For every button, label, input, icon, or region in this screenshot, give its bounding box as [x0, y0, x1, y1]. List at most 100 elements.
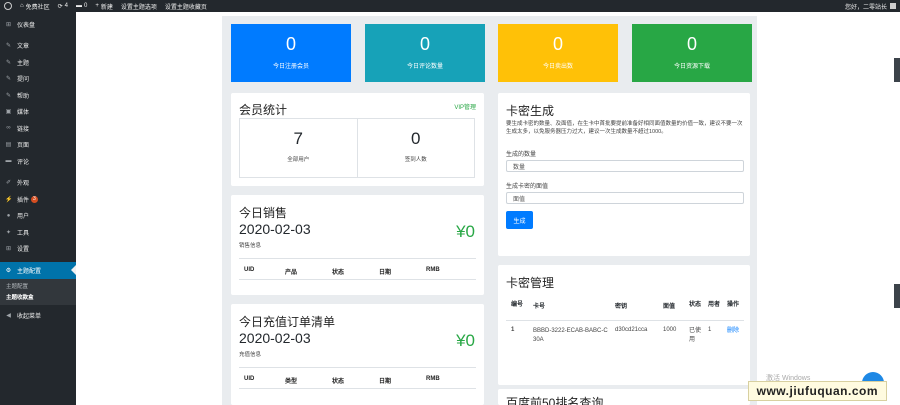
card-generate-card: 卡密生成 要生成卡密的数量、及面值，在生卡中首批要提前准备好相同面值数量的价值一…: [498, 93, 750, 256]
site-name-link[interactable]: ⌂ 免费社区: [16, 0, 54, 12]
card-title: 卡密管理: [506, 276, 555, 290]
media-icon: ▣: [5, 109, 12, 116]
sidebar-item-topics[interactable]: ✎ 主题: [0, 54, 76, 71]
vip-manage-link[interactable]: VIP管理: [454, 102, 476, 111]
dashboard-icon: ⊞: [5, 21, 12, 28]
theme-options-link[interactable]: 设置主题选项: [117, 0, 161, 12]
delete-card-link[interactable]: 删除: [724, 327, 744, 336]
theme-config-submenu: 主题配置 主题收款盒: [0, 278, 76, 305]
checkin-label: 签到人数: [404, 157, 427, 163]
stat-box-sold: 0 今日卖出数: [498, 24, 618, 82]
wp-logo-icon[interactable]: [0, 0, 16, 12]
sidebar-item-appearance[interactable]: ✐ 外观: [0, 175, 76, 192]
theme-collection-link[interactable]: 设置主题收藏页: [161, 0, 211, 12]
recharge-date: 2020-02-03: [239, 330, 311, 346]
plugin-update-badge: 3: [31, 195, 38, 203]
column-header: 产品: [285, 270, 298, 276]
column-header: RMB: [426, 376, 440, 382]
card-value: 1000: [663, 327, 677, 333]
stat-value: 0: [419, 34, 430, 54]
recharge-amount: ¥0: [456, 331, 475, 350]
right-edge-tab[interactable]: [894, 284, 900, 308]
admin-bar: ⌂ 免费社区 ⟳ 4 ▬ 0 + 新建 设置主题选项 设置主题收藏页 您好，二零…: [0, 0, 900, 12]
generate-button[interactable]: 生成: [506, 211, 533, 229]
column-header: 类型: [285, 379, 298, 385]
card-id: 1: [511, 327, 515, 333]
column-header: 卡号: [533, 304, 546, 310]
right-edge-tab[interactable]: [894, 58, 900, 82]
stat-value: 0: [285, 34, 296, 54]
sidebar-item-theme-config[interactable]: ⚙ 主题配置: [0, 262, 76, 279]
sidebar-item-plugins[interactable]: ⚡ 插件 3: [0, 191, 76, 208]
updates-link[interactable]: ⟳ 4: [54, 0, 72, 12]
column-header: 状态: [332, 270, 345, 276]
tool-icon: ✦: [5, 229, 12, 236]
settings-icon: ⊞: [5, 246, 12, 253]
all-users-cell: 7 全部用户: [240, 119, 358, 177]
card-key: d30cd21cca: [615, 327, 648, 333]
stat-box-downloads: 0 今日资源下载: [632, 24, 752, 82]
sales-table-header: UID 产品 状态 日期 RMB: [239, 258, 476, 280]
today-sales-card: 今日销售 2020-02-03 ¥0 销售信息 UID 产品 状态 日期 RMB: [231, 195, 484, 295]
sidebar-item-dashboard[interactable]: ⊞ 仪表盘: [0, 16, 76, 33]
submenu-theme-config[interactable]: 主题配置: [0, 281, 76, 292]
pin-icon: ✎: [5, 59, 12, 66]
plugin-icon: ⚡: [5, 196, 13, 203]
checkin-count: 0: [411, 129, 421, 148]
stat-label: 今日评论数量: [406, 64, 443, 70]
home-icon: ⌂: [20, 3, 24, 9]
column-header: 状态: [689, 302, 702, 308]
avatar: [890, 3, 896, 9]
card-table-header: 编号 卡号 密钥 面值 状态 用者 操作: [506, 291, 744, 321]
stat-label: 今日资源下载: [673, 64, 710, 70]
sidebar-item-settings[interactable]: ⊞ 设置: [0, 241, 76, 258]
sidebar-item-pages[interactable]: ▤ 页面: [0, 137, 76, 154]
sidebar-item-media[interactable]: ▣ 媒体: [0, 104, 76, 121]
member-stats-card: 会员统计 VIP管理 7 全部用户 0 签到人数: [231, 93, 484, 186]
comments-link[interactable]: ▬ 0: [72, 0, 91, 12]
card-management-card: 卡密管理 编号 卡号 密钥 面值 状态 用者 操作 1 BBBD-3222-EC…: [498, 265, 750, 385]
quantity-input[interactable]: 数量: [506, 160, 744, 172]
column-header: 操作: [727, 302, 740, 308]
sidebar-item-users[interactable]: ● 用户: [0, 208, 76, 225]
link-icon: ∞: [6, 125, 11, 132]
pin-icon: ✎: [5, 43, 12, 50]
recharge-note: 充值信息: [239, 352, 262, 358]
sidebar-item-help[interactable]: ✎ 帮助: [0, 87, 76, 104]
appearance-icon: ✐: [5, 180, 12, 187]
sidebar-item-links[interactable]: ∞ 链接: [0, 120, 76, 137]
dashboard-panel: 0 今日注册会员 0 今日评论数量 0 今日卖出数 0 今日资源下载 会员统计 …: [222, 16, 757, 405]
stat-value: 0: [686, 34, 697, 54]
sidebar-item-posts[interactable]: ✎ 文章: [0, 38, 76, 55]
card-generate-description: 要生成卡密的数量、及面值，在生卡中首批要提前准备好相同面值数量的价值一致，建议不…: [506, 121, 743, 135]
updates-icon: ⟳: [57, 3, 63, 10]
member-counts: 7 全部用户 0 签到人数: [239, 118, 475, 178]
account-menu[interactable]: 您好，二零站长: [841, 0, 900, 12]
sales-amount: ¥0: [456, 222, 475, 241]
all-users-count: 7: [293, 129, 303, 148]
face-value-input[interactable]: 面值: [506, 192, 744, 204]
card-title: 百度前50排名查询: [506, 396, 604, 405]
new-content-link[interactable]: + 新建: [91, 0, 117, 12]
checkin-cell: 0 签到人数: [358, 119, 475, 177]
submenu-theme-payment[interactable]: 主题收款盒: [0, 292, 76, 303]
sidebar-item-questions[interactable]: ✎ 提问: [0, 71, 76, 88]
card-title: 会员统计: [239, 103, 288, 117]
page-icon: ▤: [5, 142, 12, 149]
card-title: 今日销售: [239, 206, 288, 220]
table-row: 1 BBBD-3222-ECAB-BABC-C30A d30cd21cca 10…: [506, 321, 744, 369]
column-header: 日期: [379, 270, 392, 276]
collapse-menu-button[interactable]: ◀ 收起菜单: [0, 308, 76, 325]
column-header: 用者: [708, 302, 721, 308]
recharge-table-header: UID 类型 状态 日期 RMB: [239, 367, 476, 389]
sidebar-item-tools[interactable]: ✦ 工具: [0, 224, 76, 241]
all-users-label: 全部用户: [287, 157, 310, 163]
comment-icon: ▬: [5, 158, 12, 165]
pin-icon: ✎: [5, 76, 12, 83]
face-value-label: 生成卡密的面值: [506, 184, 549, 190]
stat-box-new-members: 0 今日注册会员: [231, 24, 351, 82]
quantity-label: 生成的数量: [506, 152, 537, 158]
pin-icon: ✎: [5, 92, 12, 99]
main-content: 0 今日注册会员 0 今日评论数量 0 今日卖出数 0 今日资源下载 会员统计 …: [76, 12, 900, 405]
sidebar-item-comments[interactable]: ▬ 评论: [0, 153, 76, 170]
